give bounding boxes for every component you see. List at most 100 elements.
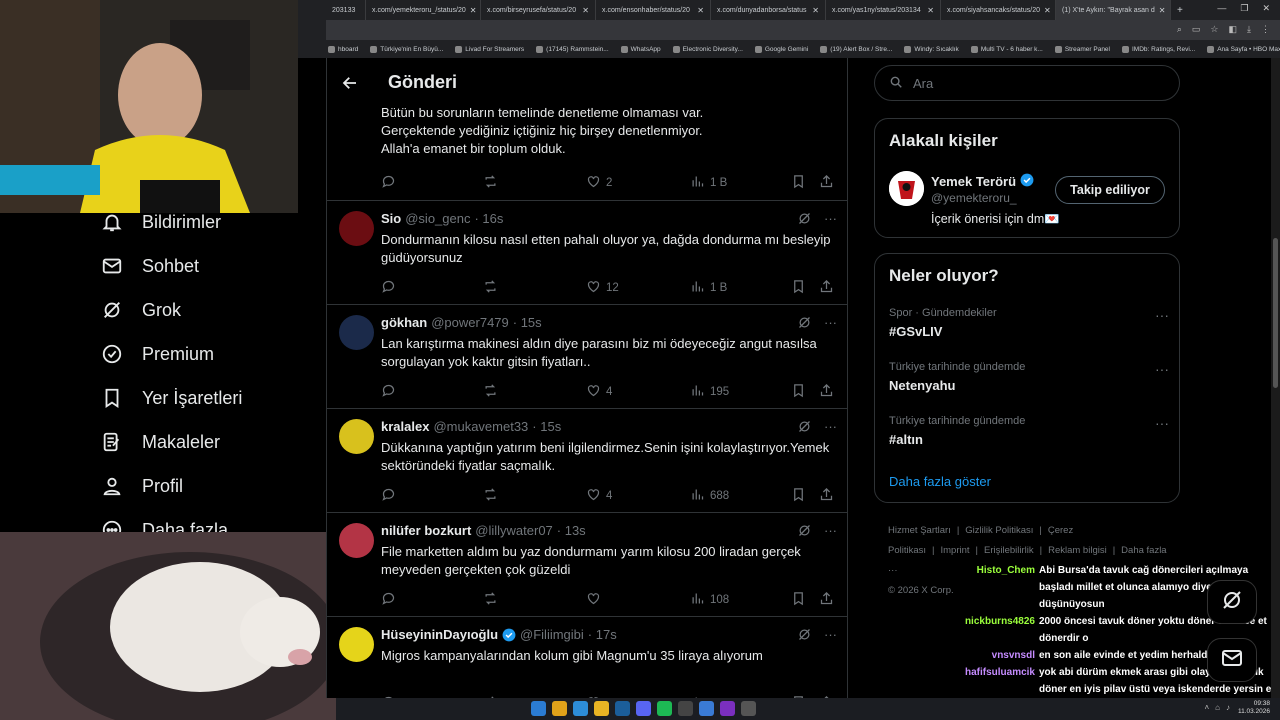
nav-item-profile[interactable]: Profil [100,474,183,498]
star-icon[interactable]: ☆ [1210,24,1218,35]
views-button[interactable]: 195 [690,383,729,401]
more-options-icon[interactable]: ··· [824,627,837,645]
author-handle[interactable]: @sio_genc [405,211,470,226]
download-icon[interactable]: ⤓ [1247,24,1251,35]
share-button[interactable] [819,487,834,505]
more-options-icon[interactable]: ··· [1155,307,1169,323]
nav-item-grok[interactable]: Grok [100,298,181,322]
minimize-icon[interactable]: — [1217,3,1226,14]
bookmark-item[interactable]: WhatsApp [620,45,661,53]
grok-icon[interactable] [797,419,812,437]
address-bar[interactable]: ⌕ ▭ ☆ ◧ ⤓ ⋮ [326,20,1280,40]
bookmark-button[interactable] [791,487,806,505]
avatar[interactable] [339,419,374,454]
trend-item[interactable]: Türkiye tarihinde gündemde Netenyahu ··· [889,361,1169,393]
views-button[interactable]: 688 [690,487,729,505]
bookmark-item[interactable]: hboard [328,45,358,53]
author-name[interactable]: gökhan [381,315,427,330]
browser-tab[interactable]: x.com/ensonhaber/status/20 ✕ [596,0,711,20]
share-button[interactable] [819,383,834,401]
bookmark-item[interactable]: Google Gemini [754,45,808,53]
avatar[interactable] [339,627,374,662]
more-options-icon[interactable]: ··· [824,315,837,333]
reply-post[interactable]: gökhan @power7479 · 15s ··· Lan karıştırma m… [327,305,847,409]
author-name[interactable]: kralalex [381,419,429,434]
post-time[interactable]: · 15s [532,419,561,434]
back-arrow-icon[interactable] [339,72,361,94]
close-icon[interactable]: ✕ [582,6,589,15]
avatar[interactable] [339,523,374,558]
new-tab-icon[interactable]: + [1171,5,1183,16]
grok-icon[interactable] [797,211,812,229]
install-icon[interactable]: ▭ [1192,24,1201,35]
scrollbar[interactable] [1271,58,1280,698]
spotify-icon[interactable] [657,701,672,716]
chrome-icon[interactable] [552,701,567,716]
author-name[interactable]: nilüfer bozkurt [381,523,471,538]
avatar[interactable] [889,171,924,206]
share-button[interactable] [819,279,834,297]
close-icon[interactable]: ✕ [697,6,704,15]
browser-tab[interactable]: x.com/birseyrusefa/status/20 ✕ [481,0,596,20]
author-name[interactable]: Sio [381,211,401,226]
author-handle[interactable]: @Filiimgibi [520,627,584,642]
post-time[interactable]: · 15s [513,315,542,330]
more-options-icon[interactable]: ··· [824,211,837,229]
messages-float-button[interactable] [1207,638,1257,682]
chevron-up-icon[interactable]: ˄ [1204,703,1209,712]
reply-button[interactable] [381,279,401,297]
related-user-name-row[interactable]: Yemek Terörü [931,173,1034,190]
more-options-icon[interactable]: ··· [824,523,837,541]
following-button[interactable]: Takip ediliyor [1055,176,1165,204]
footer-link[interactable]: Gizlilik Politikası [965,525,1033,536]
grok-float-button[interactable] [1207,580,1257,624]
browser-tab-active[interactable]: (1) X'te Aykırı: "Bayrak asan d ✕ [1056,0,1171,20]
reply-post[interactable]: HüseyininDayıoğlu @Filiimgibi · 17s ··· Migr… [327,617,847,698]
trend-item[interactable]: Spor · Gündemdekiler #GSvLIV ··· [889,307,1169,339]
views-button[interactable]: 1 B [690,279,727,297]
bookmark-item[interactable]: Ana Sayfa • HBO Max [1207,45,1280,53]
avatar[interactable] [339,315,374,350]
show-more-link[interactable]: Daha fazla göster [889,474,991,489]
bookmark-item[interactable]: Electronic Diversity... [672,45,743,53]
steam-icon[interactable] [615,701,630,716]
reply-button[interactable] [381,174,401,192]
bookmark-item[interactable]: (19) Alert Box / Stre... [820,45,892,53]
app-icon[interactable] [741,701,756,716]
like-button[interactable]: 4 [586,383,612,401]
search-input[interactable]: Ara [874,65,1180,101]
reply-post[interactable]: kralalex @mukavemet33 · 15s ··· Dükkanına ya… [327,409,847,513]
share-button[interactable] [819,591,834,609]
more-options-icon[interactable]: ··· [1155,361,1169,377]
reply-button[interactable] [381,487,401,505]
bookmark-button[interactable] [791,383,806,401]
more-options-icon[interactable]: ··· [824,419,837,437]
footer-link[interactable]: Reklam bilgisi [1048,545,1107,556]
discord-icon[interactable] [636,701,651,716]
like-button[interactable]: 4 [586,487,612,505]
grok-icon[interactable] [797,627,812,645]
like-button[interactable]: 12 [586,279,619,297]
app-icon[interactable] [699,701,714,716]
windows-start-icon[interactable] [531,701,546,716]
like-button[interactable] [586,591,606,609]
maximize-icon[interactable]: ❐ [1240,3,1248,14]
bookmark-item[interactable]: Türkiye'nin En Büyü... [370,45,443,53]
reply-button[interactable] [381,383,401,401]
browser-tab[interactable]: x.com/yas1ny/status/203134 ✕ [826,0,941,20]
nav-item-premium[interactable]: Premium [100,342,214,366]
nav-item-messages[interactable]: Sohbet [100,254,199,278]
browser-tab[interactable]: x.com/siyahsancaks/status/20 ✕ [941,0,1056,20]
bookmark-item[interactable]: IMDb: Ratings, Revi... [1122,45,1195,53]
taskbar-clock[interactable]: 09:38 11.03.2026 [1238,700,1270,716]
views-button[interactable]: 108 [690,591,729,609]
grok-icon[interactable] [797,315,812,333]
views-button[interactable]: 1 B [690,174,727,192]
extensions-icon[interactable]: ◧ [1229,24,1238,35]
repost-button[interactable] [483,174,503,192]
browser-tab[interactable]: 203133 [326,0,366,20]
bookmark-button[interactable] [791,591,806,609]
nav-item-bookmarks[interactable]: Yer İşaretleri [100,386,242,410]
share-button[interactable] [819,174,834,192]
post-time[interactable]: · 16s [474,211,503,226]
